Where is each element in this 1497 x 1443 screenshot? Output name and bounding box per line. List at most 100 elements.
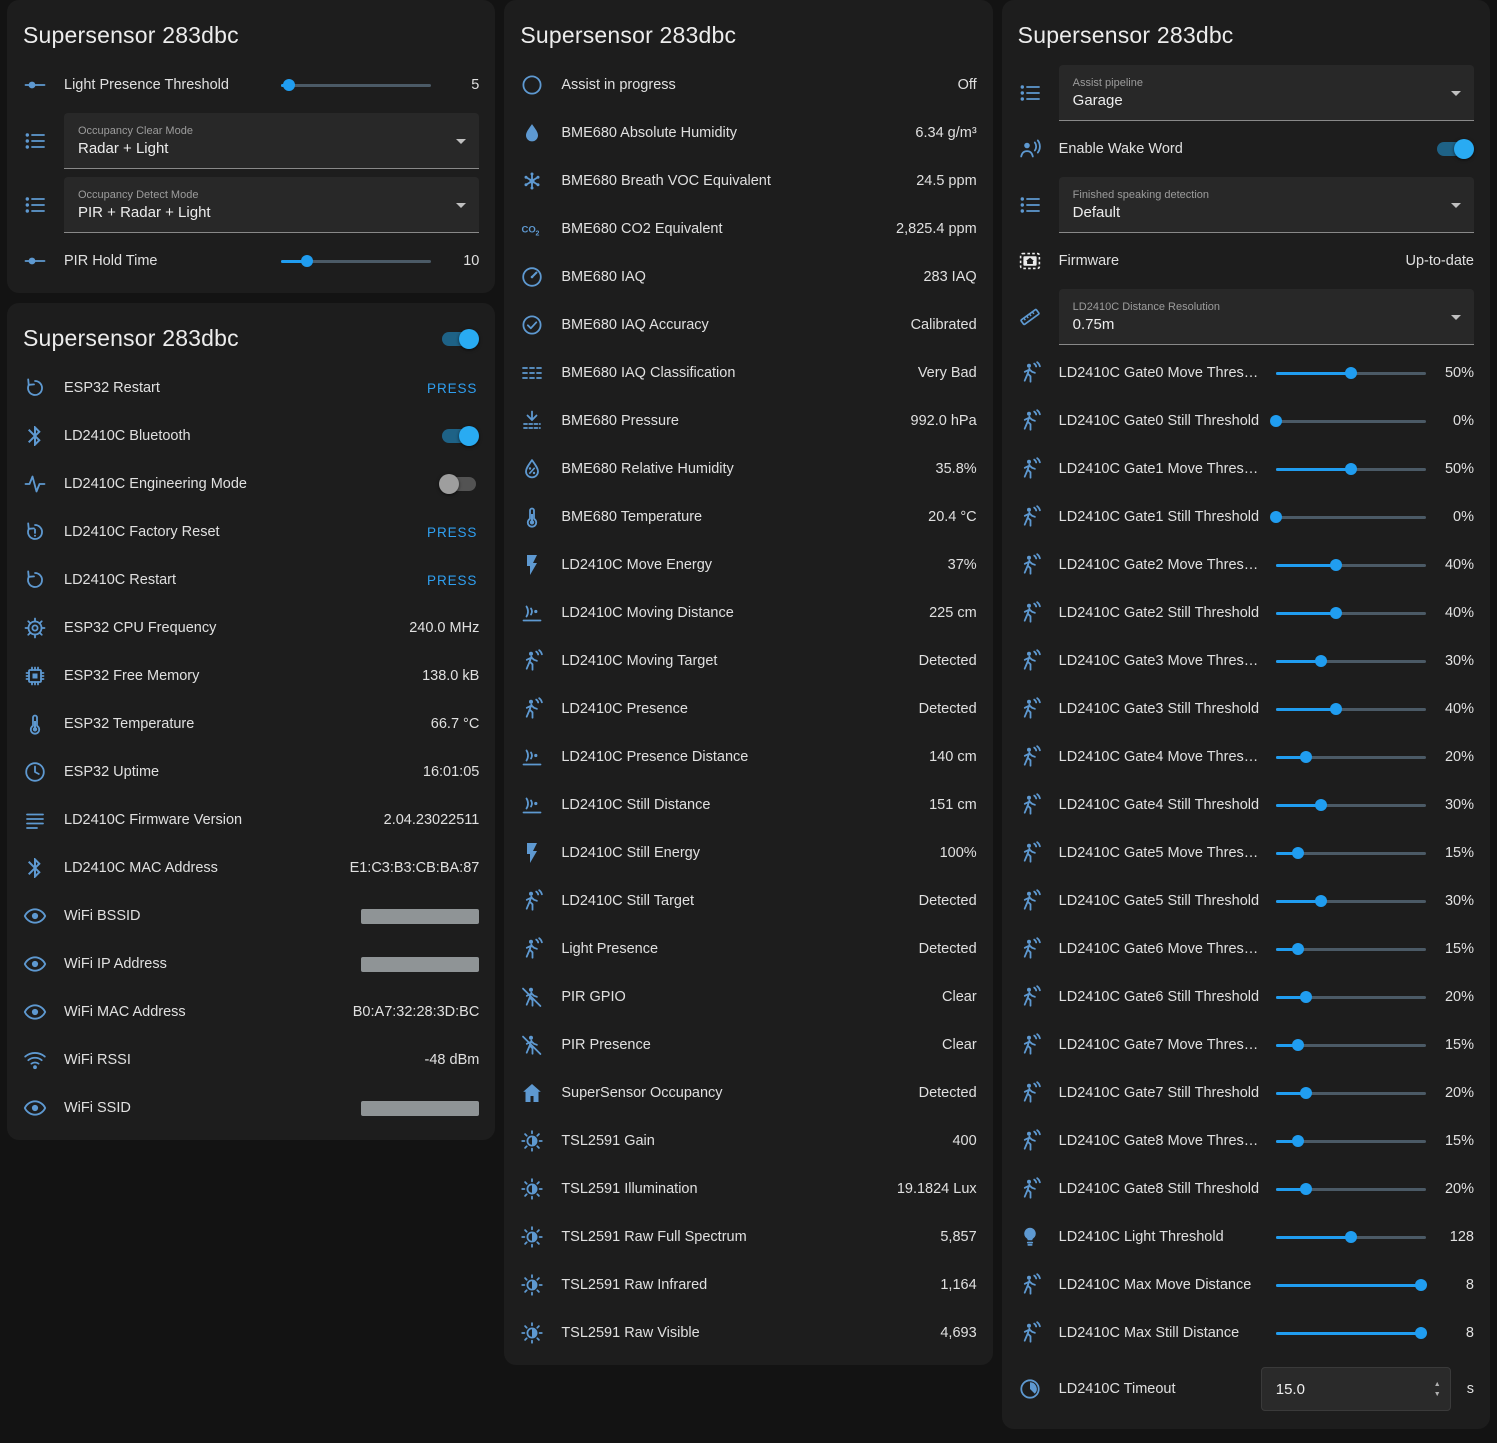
row-esp32-uptime[interactable]: ESP32 Uptime16:01:05 bbox=[7, 748, 495, 796]
slider-ld2410c-gate4-still-threshold[interactable] bbox=[1276, 795, 1426, 815]
slider-thumb[interactable] bbox=[1345, 463, 1357, 475]
slider-ld2410c-gate2-still-threshold[interactable] bbox=[1276, 603, 1426, 623]
slider-ld2410c-gate6-still-threshold[interactable] bbox=[1276, 987, 1426, 1007]
row-wifi-mac-address[interactable]: WiFi MAC AddressB0:A7:32:28:3D:BC bbox=[7, 988, 495, 1036]
row-wifi-bssid[interactable]: WiFi BSSID bbox=[7, 892, 495, 940]
select-field-occupancy-clear-mode[interactable]: Occupancy Clear ModeRadar + Light bbox=[64, 113, 479, 169]
slider-ld2410c-gate5-still-threshold[interactable] bbox=[1276, 891, 1426, 911]
slider-ld2410c-gate8-move-threshold[interactable] bbox=[1276, 1131, 1426, 1151]
slider-thumb[interactable] bbox=[1292, 943, 1304, 955]
stepper-up-icon[interactable]: ▲ bbox=[1434, 1381, 1441, 1388]
row-bme680-breath-voc-equivalent[interactable]: BME680 Breath VOC Equivalent24.5 ppm bbox=[504, 157, 992, 205]
row-bme680-co2-equivalent[interactable]: CO2BME680 CO2 Equivalent2,825.4 ppm bbox=[504, 205, 992, 253]
slider-thumb[interactable] bbox=[283, 79, 295, 91]
slider-thumb[interactable] bbox=[1345, 367, 1357, 379]
toggle-switch[interactable] bbox=[439, 426, 479, 446]
slider-ld2410c-gate3-move-threshold[interactable] bbox=[1276, 651, 1426, 671]
slider-thumb[interactable] bbox=[1270, 415, 1282, 427]
stepper-arrows[interactable]: ▲▼ bbox=[1434, 1381, 1441, 1398]
toggle-switch[interactable] bbox=[439, 474, 479, 494]
row-ld2410c-move-energy[interactable]: LD2410C Move Energy37% bbox=[504, 541, 992, 589]
slider-ld2410c-gate2-move-threshold[interactable] bbox=[1276, 555, 1426, 575]
slider-thumb[interactable] bbox=[1330, 607, 1342, 619]
toggle-switch[interactable] bbox=[1434, 139, 1474, 159]
slider-ld2410c-max-move-distance[interactable] bbox=[1276, 1275, 1426, 1295]
select-field-occupancy-detect-mode[interactable]: Occupancy Detect ModePIR + Radar + Light bbox=[64, 177, 479, 233]
slider-thumb[interactable] bbox=[1292, 1039, 1304, 1051]
select-field-assist-pipeline[interactable]: Assist pipelineGarage bbox=[1059, 65, 1474, 121]
slider-thumb[interactable] bbox=[1315, 655, 1327, 667]
slider-ld2410c-gate1-still-threshold[interactable] bbox=[1276, 507, 1426, 527]
row-ld2410c-presence[interactable]: LD2410C PresenceDetected bbox=[504, 685, 992, 733]
card-master-toggle[interactable] bbox=[439, 329, 479, 349]
row-esp32-free-memory[interactable]: ESP32 Free Memory138.0 kB bbox=[7, 652, 495, 700]
row-esp32-temperature[interactable]: ESP32 Temperature66.7 °C bbox=[7, 700, 495, 748]
row-bme680-iaq[interactable]: BME680 IAQ283 IAQ bbox=[504, 253, 992, 301]
row-supersensor-occupancy[interactable]: SuperSensor OccupancyDetected bbox=[504, 1069, 992, 1117]
slider-ld2410c-gate4-move-threshold[interactable] bbox=[1276, 747, 1426, 767]
slider-thumb[interactable] bbox=[1292, 1135, 1304, 1147]
row-pir-presence[interactable]: PIR PresenceClear bbox=[504, 1021, 992, 1069]
row-ld2410c-moving-distance[interactable]: LD2410C Moving Distance225 cm bbox=[504, 589, 992, 637]
row-tsl2591-illumination[interactable]: TSL2591 Illumination19.1824 Lux bbox=[504, 1165, 992, 1213]
slider-ld2410c-gate1-move-threshold[interactable] bbox=[1276, 459, 1426, 479]
slider-ld2410c-gate6-move-threshold[interactable] bbox=[1276, 939, 1426, 959]
row-wifi-ip-address[interactable]: WiFi IP Address bbox=[7, 940, 495, 988]
row-pir-gpio[interactable]: PIR GPIOClear bbox=[504, 973, 992, 1021]
slider-ld2410c-gate0-still-threshold[interactable] bbox=[1276, 411, 1426, 431]
row-ld2410c-moving-target[interactable]: LD2410C Moving TargetDetected bbox=[504, 637, 992, 685]
press-button[interactable]: PRESS bbox=[425, 567, 479, 594]
slider-thumb[interactable] bbox=[1270, 511, 1282, 523]
number-input[interactable]: 15.0▲▼ bbox=[1261, 1367, 1451, 1411]
row-esp32-cpu-frequency[interactable]: ESP32 CPU Frequency240.0 MHz bbox=[7, 604, 495, 652]
slider-thumb[interactable] bbox=[1300, 991, 1312, 1003]
row-tsl2591-raw-infrared[interactable]: TSL2591 Raw Infrared1,164 bbox=[504, 1261, 992, 1309]
row-light-presence[interactable]: Light PresenceDetected bbox=[504, 925, 992, 973]
row-ld2410c-presence-distance[interactable]: LD2410C Presence Distance140 cm bbox=[504, 733, 992, 781]
row-ld2410c-still-target[interactable]: LD2410C Still TargetDetected bbox=[504, 877, 992, 925]
press-button[interactable]: PRESS bbox=[425, 519, 479, 546]
slider-ld2410c-gate7-move-threshold[interactable] bbox=[1276, 1035, 1426, 1055]
slider-ld2410c-gate8-still-threshold[interactable] bbox=[1276, 1179, 1426, 1199]
row-bme680-pressure[interactable]: BME680 Pressure992.0 hPa bbox=[504, 397, 992, 445]
row-bme680-iaq-classification[interactable]: BME680 IAQ ClassificationVery Bad bbox=[504, 349, 992, 397]
slider-ld2410c-gate3-still-threshold[interactable] bbox=[1276, 699, 1426, 719]
row-tsl2591-raw-visible[interactable]: TSL2591 Raw Visible4,693 bbox=[504, 1309, 992, 1357]
select-field-ld2410c-distance-resolution[interactable]: LD2410C Distance Resolution0.75m bbox=[1059, 289, 1474, 345]
slider-thumb[interactable] bbox=[1300, 1087, 1312, 1099]
row-ld2410c-still-energy[interactable]: LD2410C Still Energy100% bbox=[504, 829, 992, 877]
row-ld2410c-mac-address[interactable]: LD2410C MAC AddressE1:C3:B3:CB:BA:87 bbox=[7, 844, 495, 892]
slider-thumb[interactable] bbox=[301, 255, 313, 267]
row-assist-in-progress[interactable]: Assist in progressOff bbox=[504, 61, 992, 109]
row-wifi-rssi[interactable]: WiFi RSSI-48 dBm bbox=[7, 1036, 495, 1084]
slider-thumb[interactable] bbox=[1300, 1183, 1312, 1195]
row-tsl2591-raw-full-spectrum[interactable]: TSL2591 Raw Full Spectrum5,857 bbox=[504, 1213, 992, 1261]
stepper-down-icon[interactable]: ▼ bbox=[1434, 1391, 1441, 1398]
select-field-finished-speaking-detection[interactable]: Finished speaking detectionDefault bbox=[1059, 177, 1474, 233]
slider-ld2410c-max-still-distance[interactable] bbox=[1276, 1323, 1426, 1343]
slider-thumb[interactable] bbox=[1292, 847, 1304, 859]
slider-thumb[interactable] bbox=[1330, 559, 1342, 571]
slider-ld2410c-gate7-still-threshold[interactable] bbox=[1276, 1083, 1426, 1103]
slider-ld2410c-light-threshold[interactable] bbox=[1276, 1227, 1426, 1247]
row-bme680-absolute-humidity[interactable]: BME680 Absolute Humidity6.34 g/m³ bbox=[504, 109, 992, 157]
slider-thumb[interactable] bbox=[1345, 1231, 1357, 1243]
row-bme680-iaq-accuracy[interactable]: BME680 IAQ AccuracyCalibrated bbox=[504, 301, 992, 349]
slider-pir-hold-time[interactable] bbox=[281, 251, 431, 271]
slider-ld2410c-gate0-move-threshold[interactable] bbox=[1276, 363, 1426, 383]
row-ld2410c-still-distance[interactable]: LD2410C Still Distance151 cm bbox=[504, 781, 992, 829]
slider-thumb[interactable] bbox=[1315, 895, 1327, 907]
row-bme680-relative-humidity[interactable]: BME680 Relative Humidity35.8% bbox=[504, 445, 992, 493]
slider-thumb[interactable] bbox=[1315, 799, 1327, 811]
row-ld2410c-firmware-version[interactable]: LD2410C Firmware Version2.04.23022511 bbox=[7, 796, 495, 844]
slider-thumb[interactable] bbox=[1415, 1327, 1427, 1339]
row-firmware[interactable]: FirmwareUp-to-date bbox=[1002, 237, 1490, 285]
row-bme680-temperature[interactable]: BME680 Temperature20.4 °C bbox=[504, 493, 992, 541]
slider-thumb[interactable] bbox=[1300, 751, 1312, 763]
row-wifi-ssid[interactable]: WiFi SSID bbox=[7, 1084, 495, 1132]
slider-thumb[interactable] bbox=[1330, 703, 1342, 715]
row-tsl2591-gain[interactable]: TSL2591 Gain400 bbox=[504, 1117, 992, 1165]
slider-thumb[interactable] bbox=[1415, 1279, 1427, 1291]
slider-ld2410c-gate5-move-threshold[interactable] bbox=[1276, 843, 1426, 863]
slider-light-presence-threshold[interactable] bbox=[281, 75, 431, 95]
